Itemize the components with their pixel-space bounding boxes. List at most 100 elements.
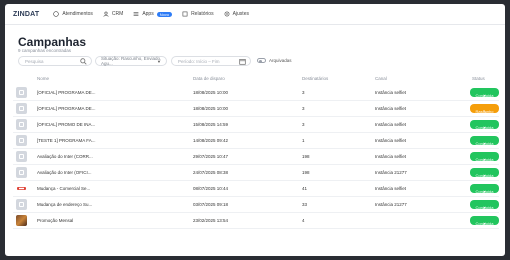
status-badge: ➤ Concluída [470, 120, 499, 130]
channel-name: Instância selfiet [375, 106, 407, 111]
table-row[interactable]: [OFICIAL] PROMO DE INA... 15/08/2025 14:5… [13, 117, 499, 133]
campaign-name: Mudança - Comercial Se... [37, 186, 91, 191]
status-label: Concluída [475, 173, 494, 178]
column-header-canal: Canal [375, 76, 387, 81]
recipients-count: 198 [302, 154, 310, 159]
table-row[interactable]: [OFICIAL] PROGRAMA DE... 18/08/2025 10:00… [13, 85, 499, 101]
status-badge: ➤ Concluída [470, 200, 499, 210]
column-header-destinatarios: Destinatários [302, 76, 329, 81]
column-header-status: Status [472, 76, 485, 81]
recipients-count: 41 [302, 186, 308, 191]
recipients-count: 1 [302, 138, 305, 143]
table-row[interactable]: Promoção Mensal 23/02/2025 13:54 4 ➤ Concluí… [13, 213, 499, 229]
nav-item-atendimentos[interactable]: Atendimentos [53, 11, 93, 17]
status-label: Concluída [475, 125, 494, 130]
channel-name: Instância selfiet [375, 122, 407, 127]
campaign-thumbnail [16, 215, 27, 226]
recipients-count: 3 [302, 106, 305, 111]
channel-name: Instância 21277 [375, 202, 407, 207]
nav-item-apps[interactable]: Apps Novo [133, 11, 173, 17]
logo[interactable]: ZINDAT [13, 11, 39, 18]
document-icon [16, 199, 27, 210]
dispatch-date: 23/02/2025 13:54 [193, 218, 229, 223]
table-row[interactable]: [TESTE 1] PROGRAMA FA... 14/08/2025 09:42… [13, 133, 499, 149]
status-label: Concluída [475, 205, 494, 210]
campaign-name: [OFICIAL] PROGRAMA DE... [37, 106, 96, 111]
nav-item-label: Atendimentos [62, 11, 93, 17]
campaign-name: [OFICIAL] PROGRAMA DE... [37, 90, 96, 95]
dispatch-date: 08/07/2025 10:44 [193, 186, 229, 191]
page-title: Campanhas [18, 35, 87, 49]
campaign-name: [TESTE 1] PROGRAMA FA... [37, 138, 96, 143]
channel-name: Instância selfiet [375, 90, 407, 95]
table-row[interactable]: [OFICIAL] PROGRAMA DE... 18/08/2025 10:00… [13, 101, 499, 117]
recipients-count: 4 [302, 218, 305, 223]
users-icon [103, 11, 109, 17]
table-header: Nome Data de disparo Destinatários Canal… [13, 74, 505, 84]
calendar-icon [239, 59, 246, 65]
column-header-data: Data de disparo [193, 76, 225, 81]
recipients-count: 3 [302, 122, 305, 127]
dispatch-date: 24/07/2025 08:38 [193, 170, 229, 175]
campaign-name: Avaliação do Inter (OFICI... [37, 170, 92, 175]
nav-menu: Atendimentos CRM Apps Novo Relatórios Aj… [53, 11, 249, 17]
campaign-name: Mudança de endereço Su... [37, 202, 93, 207]
nav-item-ajustes[interactable]: Ajustes [224, 11, 249, 17]
nav-item-label: Apps [142, 11, 154, 17]
channel-name: Instância selfiet [375, 138, 407, 143]
report-icon [182, 11, 188, 17]
status-badge: ✎ Rascunho [470, 104, 499, 114]
status-badge: ➤ Concluída [470, 184, 499, 194]
campaign-name: Avaliação do Inter (CORR... [37, 154, 93, 159]
table-row[interactable]: Mudança de endereço Su... 03/07/2025 09:1… [13, 197, 499, 213]
nav-item-relatorios[interactable]: Relatórios [182, 11, 214, 17]
dispatch-date: 18/08/2025 10:00 [193, 106, 229, 111]
top-navigation: ZINDAT Atendimentos CRM Apps Novo Relató… [5, 4, 505, 25]
chevron-down-icon: ▼ [157, 59, 161, 64]
document-icon [16, 103, 27, 114]
recipients-count: 198 [302, 170, 310, 175]
toggle-switch[interactable] [257, 58, 266, 63]
dispatch-date: 29/07/2025 10:47 [193, 154, 229, 159]
nav-item-label: Relatórios [191, 11, 214, 17]
channel-name: Instância selfiet [375, 186, 407, 191]
recipients-count: 33 [302, 202, 308, 207]
dispatch-date: 18/08/2025 10:00 [193, 90, 229, 95]
campaign-thumbnail [16, 183, 27, 194]
status-label: Concluída [475, 141, 494, 146]
status-badge: ➤ Concluída [470, 216, 499, 226]
table-row[interactable]: Avaliação do Inter (OFICI... 24/07/2025 0… [13, 165, 499, 181]
search-icon [80, 58, 87, 65]
dispatch-date: 15/08/2025 14:59 [193, 122, 229, 127]
page-subtitle: 9 campanhas encontradas [18, 48, 72, 53]
chat-icon [53, 11, 60, 17]
document-icon [16, 87, 27, 98]
nav-item-label: CRM [111, 11, 124, 17]
table-row[interactable]: Avaliação do Inter (CORR... 29/07/2025 10… [13, 149, 499, 165]
situation-filter[interactable]: Situação: Rascunho, Enviado, Agu... ▼ [95, 56, 167, 66]
archived-toggle[interactable]: Arquivadas [257, 58, 292, 63]
column-header-nome: Nome [37, 76, 50, 81]
document-icon [16, 119, 27, 130]
status-label: Concluída [475, 157, 494, 162]
grid-icon [133, 12, 139, 16]
document-icon [16, 151, 27, 162]
channel-name: Instância selfiet [375, 154, 407, 159]
status-label: Concluída [475, 221, 494, 226]
status-badge: ➤ Concluída [470, 152, 499, 162]
nav-item-crm[interactable]: CRM [103, 11, 123, 17]
period-filter[interactable]: Período: Início – Fim [171, 56, 251, 66]
archived-label: Arquivadas [269, 58, 292, 63]
period-placeholder: Período: Início – Fim [178, 58, 220, 64]
dispatch-date: 03/07/2025 09:18 [193, 202, 229, 207]
new-badge: Novo [156, 11, 173, 17]
status-label: Concluída [475, 93, 494, 98]
campaign-name: Promoção Mensal [37, 218, 74, 223]
campaign-name: [OFICIAL] PROMO DE INA... [37, 122, 96, 127]
search-input[interactable]: Pesquisa [18, 56, 92, 66]
table-row[interactable]: Mudança - Comercial Se... 08/07/2025 10:4… [13, 181, 499, 197]
status-label: Concluída [475, 189, 494, 194]
search-placeholder: Pesquisa [25, 58, 44, 64]
status-badge: ➤ Concluída [470, 88, 499, 98]
status-label: Rascunho [475, 109, 494, 114]
